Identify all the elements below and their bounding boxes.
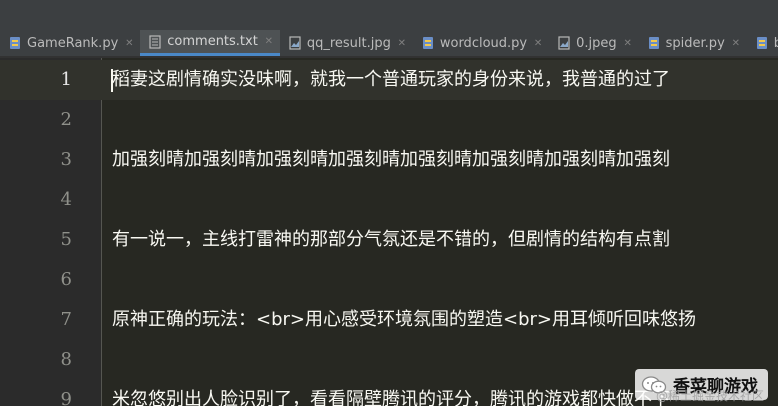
- python-file-icon: [10, 37, 20, 49]
- text-editor[interactable]: 1 稻妻这剧情确实没味啊，就我一个普通玩家的身份来说，我普通的过了 2 3 加强…: [0, 58, 778, 406]
- editor-line[interactable]: 3 加强刻晴加强刻晴加强刻晴加强刻晴加强刻晴加强刻晴加强刻晴加强刻: [0, 140, 778, 180]
- line-number: 6: [60, 269, 72, 290]
- line-text[interactable]: 米忽悠别出人脸识别了，看看隔壁腾讯的评分，腾讯的游戏都快做不下: [112, 380, 670, 406]
- line-text[interactable]: 稻妻这剧情确实没味啊，就我一个普通玩家的身份来说，我普通的过了: [112, 60, 670, 100]
- tab-label: comments.txt: [167, 34, 258, 49]
- line-text[interactable]: 有一说一，主线打雷神的那部分气氛还是不错的，但剧情的结构有点割: [112, 220, 670, 260]
- line-number: 8: [60, 349, 72, 370]
- editor-line[interactable]: 2: [0, 100, 778, 140]
- text-caret: [111, 69, 113, 92]
- line-number: 5: [60, 229, 72, 250]
- close-icon[interactable]: ✕: [264, 36, 274, 47]
- tab-strip: GameRank.py ✕ comments.txt ✕ qq_result.j…: [0, 30, 778, 56]
- close-icon[interactable]: ✕: [731, 38, 741, 49]
- line-text[interactable]: 原神正确的玩法：<br>用心感受环境氛围的塑造<br>用耳倾听回味悠扬: [112, 300, 696, 340]
- image-file-icon: [289, 36, 301, 50]
- editor-line[interactable]: 1 稻妻这剧情确实没味啊，就我一个普通玩家的身份来说，我普通的过了: [0, 60, 778, 100]
- python-file-icon: [648, 37, 659, 49]
- tab-label: qq_result.jpg: [306, 35, 391, 51]
- close-icon[interactable]: ✕: [124, 38, 134, 49]
- close-icon[interactable]: ✕: [397, 38, 407, 49]
- tab-label: spider.py: [665, 35, 725, 51]
- editor-tab-bar: GameRank.py ✕ comments.txt ✕ qq_result.j…: [0, 0, 778, 58]
- editor-line[interactable]: 7 原神正确的玩法：<br>用心感受环境氛围的塑造<br>用耳倾听回味悠扬: [0, 300, 778, 340]
- python-file-icon: [422, 37, 433, 49]
- editor-line[interactable]: 6: [0, 260, 778, 300]
- line-text[interactable]: 加强刻晴加强刻晴加强刻晴加强刻晴加强刻晴加强刻晴加强刻晴加强刻: [112, 140, 670, 180]
- line-number: 2: [60, 109, 72, 130]
- close-icon[interactable]: ✕: [623, 38, 633, 49]
- tab-0-jpeg[interactable]: 0.jpeg ✕: [549, 30, 639, 56]
- image-file-icon: [558, 36, 570, 50]
- editor-line[interactable]: 5 有一说一，主线打雷神的那部分气氛还是不错的，但剧情的结构有点割: [0, 220, 778, 260]
- editor-line[interactable]: 4: [0, 180, 778, 220]
- line-number: 3: [60, 149, 72, 170]
- line-number: 4: [60, 189, 72, 210]
- tab-baidu-s[interactable]: baidu_s: [747, 30, 778, 56]
- tab-wordcloud-py[interactable]: wordcloud.py ✕: [413, 30, 549, 56]
- watermark-source: @稀土掘金技术社区: [655, 389, 764, 403]
- python-file-icon: [756, 37, 767, 49]
- text-file-icon: [149, 34, 161, 49]
- tab-gamerank-py[interactable]: GameRank.py ✕: [0, 30, 140, 56]
- tab-label: baidu_s: [773, 35, 778, 51]
- tab-qq-result-jpg[interactable]: qq_result.jpg ✕: [280, 30, 413, 56]
- close-icon[interactable]: ✕: [533, 38, 543, 49]
- tab-label: GameRank.py: [27, 35, 119, 51]
- tab-label: wordcloud.py: [439, 35, 528, 51]
- tab-spider-py[interactable]: spider.py ✕: [639, 30, 747, 56]
- line-number: 7: [60, 309, 72, 330]
- line-number: 9: [60, 389, 72, 406]
- line-number: 1: [60, 69, 72, 90]
- tab-comments-txt[interactable]: comments.txt ✕: [140, 30, 280, 56]
- tab-label: 0.jpeg: [576, 35, 617, 51]
